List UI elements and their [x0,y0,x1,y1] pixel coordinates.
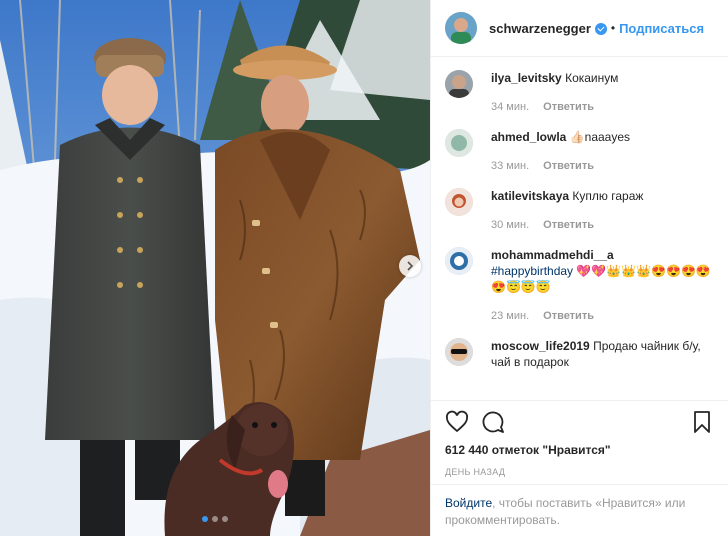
comment-time: 34 мин. [491,101,530,113]
login-prompt: Войдите, чтобы поставить «Нравится» или … [431,484,728,536]
commenter-avatar[interactable] [445,188,473,216]
avatar-image [445,247,473,275]
comment-text: Кокаинум [565,71,619,85]
comment-username[interactable]: ahmed_lowla [491,130,566,144]
commenter-avatar[interactable] [445,338,473,366]
avatar-image [445,129,473,157]
avatar-image [445,70,473,98]
post-photo[interactable] [0,0,430,536]
comment-username[interactable]: ilya_levitsky [491,71,562,85]
post-sidebar: schwarzenegger • Подписаться ilya_levits… [430,0,728,536]
avatar-image [445,338,473,366]
avatar-image [445,188,473,216]
author-avatar[interactable] [445,12,477,44]
heart-icon[interactable] [445,410,469,434]
carousel-indicator [0,516,430,522]
commenter-avatar[interactable] [445,129,473,157]
avatar-image [445,12,477,44]
commenter-avatar[interactable] [445,70,473,98]
likes-count[interactable]: 612 440 отметок "Нравится" [445,443,714,457]
login-link[interactable]: Войдите [445,496,492,510]
post-actions: 612 440 отметок "Нравится" День назад [431,400,728,477]
post-header: schwarzenegger • Подписаться [431,0,728,57]
header-separator: • [610,21,616,35]
carousel-dot [222,516,228,522]
reply-button[interactable]: Ответить [543,99,594,115]
photo-scene [0,0,430,536]
comment-item: ahmed_lowla 👍🏻naaayes 33 мин. Ответить [445,129,714,174]
author-username[interactable]: schwarzenegger [489,21,591,36]
comment-text: 👍🏻naaayes [569,130,631,144]
comment-item: moscow_life2019 Продаю чайник б/у, чай в… [445,338,714,370]
comment-item: mohammadmehdi__a #happybirthday 💖💖👑👑👑😍😍😍… [445,247,714,324]
commenter-avatar[interactable] [445,247,473,275]
comment-username[interactable]: katilevitskaya [491,189,569,203]
comments-list[interactable]: ilya_levitsky Кокаинум 34 мин. Ответить … [431,58,728,400]
comment-time: 30 мин. [491,219,530,231]
reply-button[interactable]: Ответить [543,217,594,233]
comment-icon[interactable] [481,410,505,434]
reply-button[interactable]: Ответить [543,308,594,324]
comment-username[interactable]: moscow_life2019 [491,339,590,353]
reply-button[interactable]: Ответить [543,158,594,174]
comment-username[interactable]: mohammadmehdi__a [491,248,614,262]
carousel-next-button[interactable] [399,255,421,277]
carousel-dot [212,516,218,522]
hashtag-link[interactable]: #happybirthday [491,264,573,278]
post-date[interactable]: День назад [445,467,714,477]
comment-item: ilya_levitsky Кокаинум 34 мин. Ответить [445,70,714,115]
bookmark-icon[interactable] [690,410,714,434]
comment-time: 33 мин. [491,160,530,172]
comment-text: Куплю гараж [572,189,644,203]
carousel-dot [202,516,208,522]
comment-item: katilevitskaya Куплю гараж 30 мин. Ответ… [445,188,714,233]
comment-time: 23 мин. [491,310,530,322]
verified-badge-icon [594,23,607,35]
follow-button[interactable]: Подписаться [619,21,704,36]
chevron-right-icon [407,261,414,271]
